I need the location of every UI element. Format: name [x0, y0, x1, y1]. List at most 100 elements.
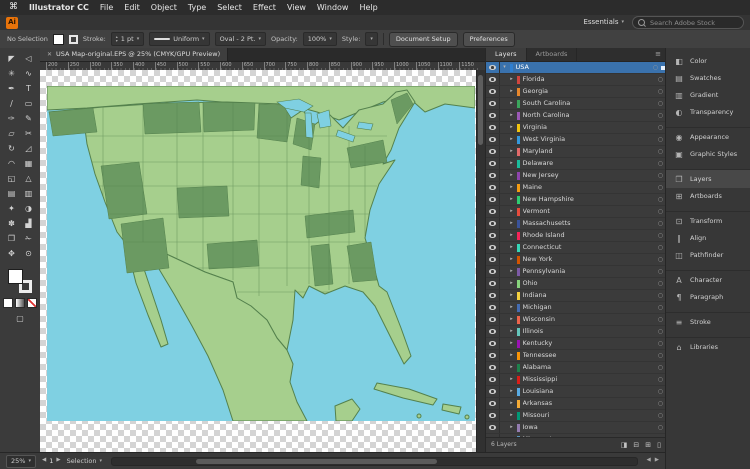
menu-view[interactable]: View	[287, 3, 306, 12]
target-icon[interactable]: ○	[658, 124, 663, 131]
layer-row[interactable]: ▸▾ Louisiana ○	[486, 386, 666, 398]
visibility-toggle[interactable]	[486, 386, 500, 397]
expand-chevron[interactable]: ▸▾	[507, 341, 516, 346]
layer-row[interactable]: ▸▾ West Virginia ○	[486, 134, 666, 146]
visibility-toggle[interactable]	[486, 398, 500, 409]
expand-chevron[interactable]: ▸▾	[507, 305, 516, 310]
expand-chevron[interactable]: ▸▾	[507, 101, 516, 106]
target-icon[interactable]: ○	[658, 88, 663, 95]
pen-tool[interactable]: ✒	[3, 81, 20, 96]
align-panel-button[interactable]: ∥ Align	[666, 230, 750, 247]
target-icon[interactable]: ○	[658, 340, 663, 347]
visibility-toggle[interactable]	[486, 326, 500, 337]
layer-row[interactable]: ▸▾ Georgia ○	[486, 86, 666, 98]
visibility-toggle[interactable]	[486, 110, 500, 121]
expand-chevron[interactable]: ▸▾	[507, 353, 516, 358]
pencil-tool[interactable]: ✎	[20, 111, 37, 126]
layer-row[interactable]: ▸▾ Vermont ○	[486, 206, 666, 218]
screen-mode-button[interactable]: ▢	[16, 315, 24, 323]
visibility-toggle[interactable]	[486, 62, 500, 73]
fill-color-swatch[interactable]	[52, 33, 64, 45]
target-icon[interactable]: ○	[658, 100, 663, 107]
layer-row[interactable]: ▸▾ Florida ○	[486, 74, 666, 86]
layer-row[interactable]: ▸▾ Iowa ○	[486, 422, 666, 434]
layer-row[interactable]: ▸▾ Ohio ○	[486, 278, 666, 290]
menu-select[interactable]: Select	[217, 3, 242, 12]
menu-file[interactable]: File	[100, 3, 113, 12]
magic-wand-tool[interactable]: ✳	[3, 66, 20, 81]
visibility-toggle[interactable]	[486, 278, 500, 289]
layer-row[interactable]: ▸▾ Arkansas ○	[486, 398, 666, 410]
rectangle-tool[interactable]: ▭	[20, 96, 37, 111]
layer-name[interactable]: New Hampshire	[523, 196, 655, 203]
expand-chevron[interactable]: ▸▾	[507, 113, 516, 118]
paragraph-panel-button[interactable]: ¶ Paragraph	[666, 289, 750, 306]
menu-edit[interactable]: Edit	[124, 3, 140, 12]
visibility-toggle[interactable]	[486, 98, 500, 109]
fill-stroke-control[interactable]	[8, 269, 32, 293]
expand-chevron[interactable]: ▸▾	[507, 233, 516, 238]
selection-tool[interactable]: ◤	[3, 51, 20, 66]
target-icon[interactable]: ○	[658, 328, 663, 335]
expand-chevron[interactable]: ▸▾	[507, 221, 516, 226]
layer-row[interactable]: ▸▾ Alabama ○	[486, 362, 666, 374]
expand-chevron[interactable]: ▸▾	[507, 149, 516, 154]
make-clipping-mask-icon[interactable]: ◨	[621, 441, 628, 449]
expand-chevron[interactable]: ▸▾	[507, 197, 516, 202]
preferences-button[interactable]: Preferences	[462, 31, 515, 47]
layer-row[interactable]: ▸▾ Tennessee ○	[486, 350, 666, 362]
layer-name[interactable]: Indiana	[523, 292, 655, 299]
layer-name[interactable]: Iowa	[523, 424, 655, 431]
type-tool[interactable]: T	[20, 81, 37, 96]
artboard-number[interactable]: 1	[49, 458, 53, 465]
layer-row[interactable]: ▸▾ Mississippi ○	[486, 374, 666, 386]
appearance-panel-button[interactable]: ◉ Appearance	[666, 127, 750, 146]
hand-tool[interactable]: ✥	[3, 246, 20, 261]
visibility-toggle[interactable]	[486, 290, 500, 301]
close-icon[interactable]: ✕	[47, 51, 52, 58]
slice-tool[interactable]: ✁	[20, 231, 37, 246]
target-icon[interactable]: ○	[658, 244, 663, 251]
target-icon[interactable]: ○	[658, 412, 663, 419]
symbol-sprayer-tool[interactable]: ✽	[3, 216, 20, 231]
target-icon[interactable]: ○	[658, 232, 663, 239]
visibility-toggle[interactable]	[486, 410, 500, 421]
layer-name[interactable]: Illinois	[523, 328, 655, 335]
brush-definition[interactable]: Oval - 2 Pt. ▾	[214, 32, 267, 46]
target-icon[interactable]: ○	[658, 208, 663, 215]
zoom-control[interactable]: 25% ▾	[6, 454, 36, 468]
layer-name[interactable]: Missouri	[523, 412, 655, 419]
target-icon[interactable]: ○	[658, 292, 663, 299]
expand-chevron[interactable]: ▸▾	[507, 245, 516, 250]
layer-name[interactable]: South Carolina	[523, 100, 655, 107]
menu-effect[interactable]: Effect	[253, 3, 276, 12]
visibility-toggle[interactable]	[486, 74, 500, 85]
opacity-field[interactable]: 100% ▾	[302, 32, 337, 46]
visibility-toggle[interactable]	[486, 86, 500, 97]
target-icon[interactable]: ○	[658, 352, 663, 359]
visibility-toggle[interactable]	[486, 158, 500, 169]
artboard[interactable]	[47, 86, 475, 421]
layer-row[interactable]: ▸▾ Rhode Island ○	[486, 230, 666, 242]
visibility-toggle[interactable]	[486, 350, 500, 361]
layer-name[interactable]: New York	[523, 256, 655, 263]
visibility-toggle[interactable]	[486, 338, 500, 349]
direct-selection-tool[interactable]: ◁	[20, 51, 37, 66]
target-icon[interactable]: ○	[658, 256, 663, 263]
layer-name[interactable]: Mississippi	[523, 376, 655, 383]
target-icon[interactable]: ○	[658, 268, 663, 275]
target-icon[interactable]: ○	[658, 172, 663, 179]
visibility-toggle[interactable]	[486, 302, 500, 313]
usa-map-artwork[interactable]	[47, 86, 475, 421]
layer-name[interactable]: Delaware	[523, 160, 655, 167]
target-icon[interactable]: ○	[658, 76, 663, 83]
eyedropper-tool[interactable]: ✦	[3, 201, 20, 216]
layer-name[interactable]: Michigan	[523, 304, 655, 311]
expand-chevron[interactable]: ▸▾	[507, 281, 516, 286]
layer-row[interactable]: ▸▾ South Carolina ○	[486, 98, 666, 110]
stroke-weight-field[interactable]: ▴ ▾ 1 pt ▾	[110, 32, 145, 46]
layer-name[interactable]: West Virginia	[523, 136, 655, 143]
layer-name[interactable]: Tennessee	[523, 352, 655, 359]
new-sublayer-icon[interactable]: ⊟	[633, 441, 639, 449]
workspace-switcher[interactable]: Essentials ▾	[583, 19, 624, 26]
